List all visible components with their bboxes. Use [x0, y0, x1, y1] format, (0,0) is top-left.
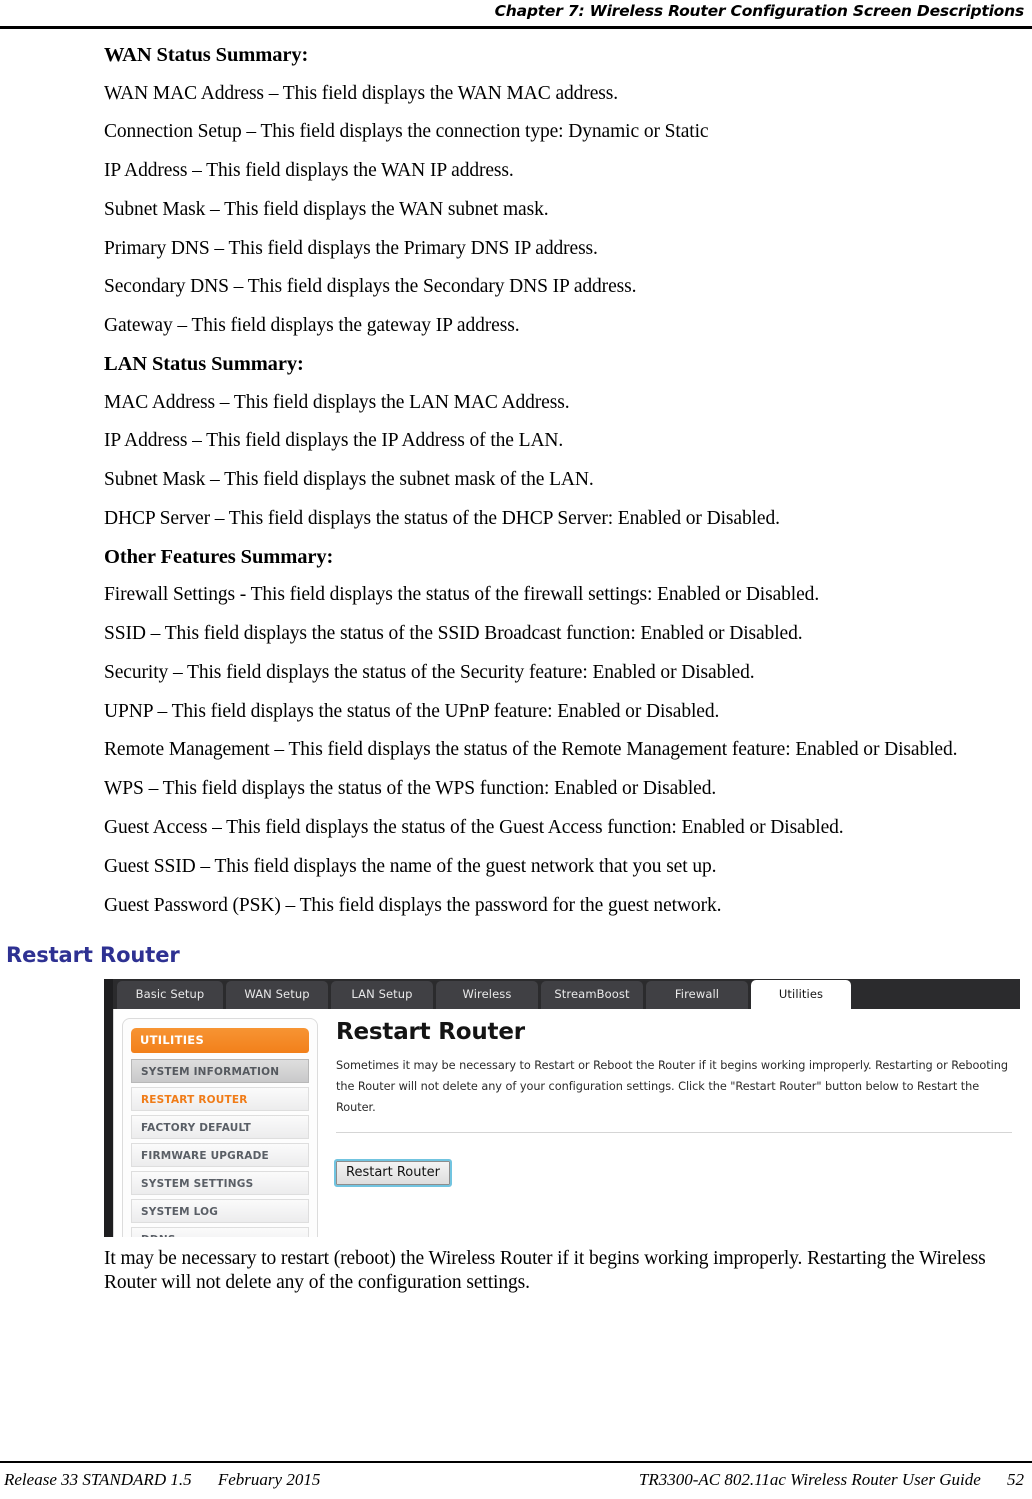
wan-item: Subnet Mask – This field displays the WA…	[104, 198, 549, 220]
sidebar-item-firmware-upgrade[interactable]: FIRMWARE UPGRADE	[131, 1143, 309, 1168]
lan-item: IP Address – This field displays the IP …	[104, 430, 564, 452]
wan-status-summary-heading: WAN Status Summary:	[104, 44, 309, 66]
sidebar-item-system-information[interactable]: SYSTEM INFORMATION	[131, 1059, 309, 1084]
footer-release: Release 33 STANDARD 1.5	[4, 1470, 192, 1489]
wan-item: IP Address – This field displays the WAN…	[104, 160, 514, 182]
other-item: SSID – This field displays the status of…	[104, 623, 803, 645]
other-item: Guest SSID – This field displays the nam…	[104, 855, 717, 877]
footer-right: TR3300-AC 802.11ac Wireless Router User …	[617, 1470, 1024, 1490]
lan-item: MAC Address – This field displays the LA…	[104, 391, 570, 413]
lan-item: DHCP Server – This field displays the st…	[104, 507, 780, 529]
panel-divider	[336, 1131, 1012, 1133]
tab-lan-setup[interactable]: LAN Setup	[331, 981, 433, 1010]
other-item: Guest Access – This field displays the s…	[104, 816, 844, 838]
wan-item: Primary DNS – This field displays the Pr…	[104, 237, 598, 259]
footer-divider	[0, 1461, 1032, 1463]
router-sidebar: UTILITIES SYSTEM INFORMATION RESTART ROU…	[122, 1018, 318, 1238]
sidebar-title-utilities: UTILITIES	[131, 1028, 309, 1054]
sidebar-item-ddns[interactable]: DDNS	[131, 1227, 309, 1238]
wan-item: Secondary DNS – This field displays the …	[104, 276, 637, 298]
restart-router-button[interactable]: Restart Router	[334, 1158, 452, 1187]
closing-paragraph: It may be necessary to restart (reboot) …	[104, 1248, 986, 1294]
chapter-title: Chapter 7: Wireless Router Configuration…	[494, 2, 1025, 20]
footer-date: February 2015	[217, 1470, 321, 1489]
lan-status-summary-heading: LAN Status Summary:	[104, 353, 304, 376]
router-ui-screenshot-figure: Basic Setup WAN Setup LAN Setup Wireless…	[104, 979, 1024, 1238]
sidebar-item-restart-router[interactable]: RESTART ROUTER	[131, 1087, 309, 1112]
panel-description: Sometimes it may be necessary to Restart…	[336, 1059, 1008, 1115]
wan-item: WAN MAC Address – This field displays th…	[104, 82, 618, 104]
tab-wan-setup[interactable]: WAN Setup	[226, 981, 328, 1010]
tab-firewall[interactable]: Firewall	[646, 981, 748, 1010]
router-ui-content: UTILITIES SYSTEM INFORMATION RESTART ROU…	[113, 1009, 1020, 1238]
lan-item: Subnet Mask – This field displays the su…	[104, 469, 594, 491]
panel-title-restart-router: Restart Router	[336, 1019, 525, 1046]
other-item: Remote Management – This field displays …	[104, 739, 958, 761]
footer-page-number: 52	[1007, 1470, 1024, 1489]
other-item: UPNP – This field displays the status of…	[104, 700, 720, 722]
other-item: Guest Password (PSK) – This field displa…	[104, 894, 722, 916]
router-tab-bar: Basic Setup WAN Setup LAN Setup Wireless…	[113, 979, 1020, 1010]
sidebar-item-system-log[interactable]: SYSTEM LOG	[131, 1199, 309, 1224]
sidebar-item-system-settings[interactable]: SYSTEM SETTINGS	[131, 1171, 309, 1196]
other-item: Firewall Settings - This field displays …	[104, 584, 820, 606]
router-main-panel: Restart Router Sometimes it may be neces…	[334, 1019, 1012, 1237]
other-item: Security – This field displays the statu…	[104, 661, 755, 683]
footer-left: Release 33 STANDARD 1.5 February 2015	[4, 1470, 342, 1490]
router-ui-screenshot: Basic Setup WAN Setup LAN Setup Wireless…	[104, 979, 1020, 1238]
tab-basic-setup[interactable]: Basic Setup	[117, 981, 223, 1010]
other-item: WPS – This field displays the status of …	[104, 778, 717, 800]
other-features-summary-heading: Other Features Summary:	[104, 545, 334, 568]
tab-utilities[interactable]: Utilities	[751, 980, 851, 1010]
header-divider	[0, 26, 1032, 29]
page-footer: Release 33 STANDARD 1.5 February 2015 TR…	[0, 1465, 1032, 1495]
sidebar-item-factory-default[interactable]: FACTORY DEFAULT	[131, 1115, 309, 1140]
footer-guide-title: TR3300-AC 802.11ac Wireless Router User …	[638, 1470, 981, 1489]
screenshot-left-edge	[104, 979, 113, 1238]
tab-streamboost[interactable]: StreamBoost	[541, 981, 643, 1010]
wan-item: Connection Setup – This field displays t…	[104, 121, 709, 143]
wan-item: Gateway – This field displays the gatewa…	[104, 315, 520, 337]
document-body: WAN Status Summary: WAN MAC Address – Th…	[6, 44, 1024, 1295]
tab-wireless[interactable]: Wireless	[436, 981, 538, 1010]
restart-router-section-heading: Restart Router	[6, 943, 180, 968]
